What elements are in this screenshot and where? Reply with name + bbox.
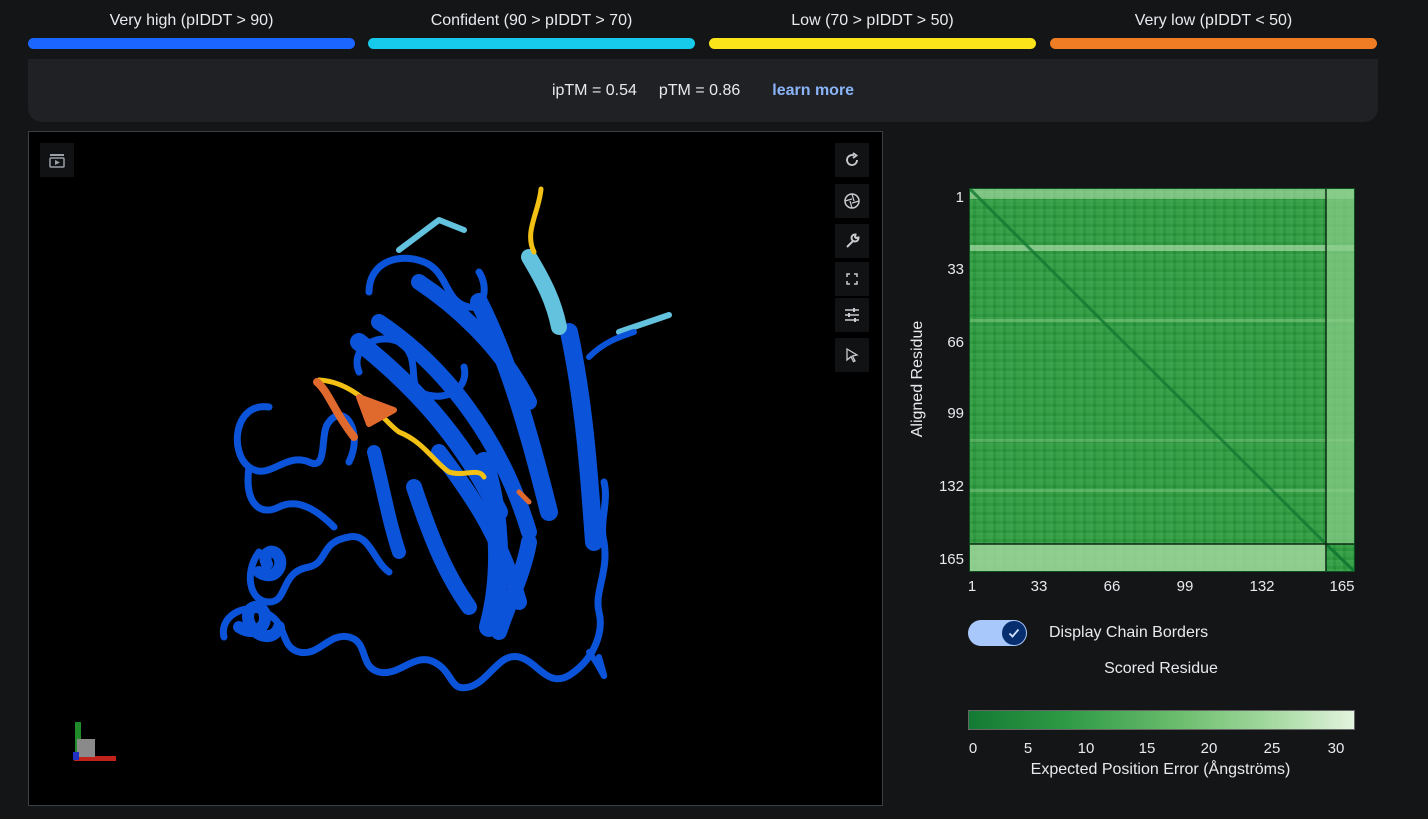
fullscreen-icon	[846, 273, 858, 285]
y-axis-label: Aligned Residue	[909, 320, 926, 438]
legend-label: Very low (pIDDT < 50)	[1134, 12, 1293, 29]
colorbar-tick: 15	[1138, 740, 1156, 757]
colorbar-label: Expected Position Error (Ångströms)	[1030, 761, 1291, 778]
legend-item-very-low: Very low (pIDDT < 50)	[1050, 0, 1377, 49]
animation-button[interactable]	[40, 143, 74, 177]
metrics-panel: ipTM = 0.54 pTM = 0.86 learn more	[28, 59, 1378, 122]
x-tick-label: 66	[1103, 578, 1121, 595]
check-icon	[1008, 628, 1020, 638]
axes-gizmo	[73, 722, 116, 761]
x-tick-label: 33	[1030, 578, 1048, 595]
structure-viewer[interactable]	[28, 131, 883, 806]
aperture-icon	[844, 193, 860, 209]
iptm-value: ipTM = 0.54	[551, 81, 637, 99]
legend-bar	[709, 38, 1036, 49]
colorbar-tick: 30	[1327, 740, 1345, 757]
select-button[interactable]	[835, 338, 869, 372]
colorbar-tick: 25	[1263, 740, 1281, 757]
wrench-icon	[846, 233, 860, 248]
pae-heatmap[interactable]	[969, 188, 1355, 572]
chain-borders-label: Display Chain Borders	[1049, 624, 1209, 641]
chain-borders-toggle[interactable]	[968, 620, 1027, 646]
toggle-knob	[1002, 621, 1026, 645]
y-tick-label: 33	[947, 261, 964, 278]
legend-bar	[28, 38, 355, 49]
settings-button[interactable]	[835, 298, 869, 332]
error-colorbar	[968, 710, 1355, 730]
colorbar-tick: 20	[1200, 740, 1218, 757]
pae-heatmap-overlay	[970, 189, 1354, 571]
y-tick-label: 165	[938, 551, 964, 568]
rotate-button[interactable]	[835, 143, 869, 177]
x-axis-label: Scored Residue	[1104, 660, 1218, 677]
sliders-icon	[845, 308, 859, 322]
legend-item-low: Low (70 > pIDDT > 50)	[709, 0, 1036, 49]
y-tick-label: 1	[955, 189, 964, 206]
protein-structure[interactable]	[29, 132, 882, 805]
legend-item-confident: Confident (90 > pIDDT > 70)	[368, 0, 695, 49]
legend-label: Low (70 > pIDDT > 50)	[791, 12, 954, 29]
animation-icon	[49, 154, 65, 168]
y-tick-label: 99	[947, 405, 964, 422]
wrench-button[interactable]	[835, 224, 869, 258]
legend-label: Confident (90 > pIDDT > 70)	[430, 12, 633, 29]
legend-label: Very high (pIDDT > 90)	[109, 12, 274, 29]
pae-panel: Aligned Residue 1 33 66 99 132 165 1 33 …	[895, 180, 1375, 780]
x-tick-label: 132	[1249, 578, 1275, 595]
colorbar-tick: 10	[1077, 740, 1095, 757]
legend-bar	[368, 38, 695, 49]
fullscreen-button[interactable]	[835, 262, 869, 296]
x-tick-label: 1	[967, 578, 977, 595]
aperture-button[interactable]	[835, 184, 869, 218]
legend-bar	[1050, 38, 1377, 49]
x-tick-label: 99	[1176, 578, 1194, 595]
cursor-icon	[846, 347, 859, 363]
y-tick-label: 66	[947, 334, 964, 351]
colorbar-tick: 5	[1023, 740, 1033, 757]
learn-more-link[interactable]: learn more	[772, 82, 854, 100]
plddt-legend: Very high (pIDDT > 90) Confident (90 > p…	[28, 0, 1378, 50]
chain-borders-row: Display Chain Borders	[968, 620, 1208, 646]
legend-item-very-high: Very high (pIDDT > 90)	[28, 0, 355, 49]
ptm-value: pTM = 0.86	[658, 81, 741, 99]
x-tick-label: 165	[1329, 578, 1355, 595]
y-tick-label: 132	[938, 478, 964, 495]
rotate-icon	[846, 152, 859, 166]
colorbar-tick: 0	[968, 740, 978, 757]
